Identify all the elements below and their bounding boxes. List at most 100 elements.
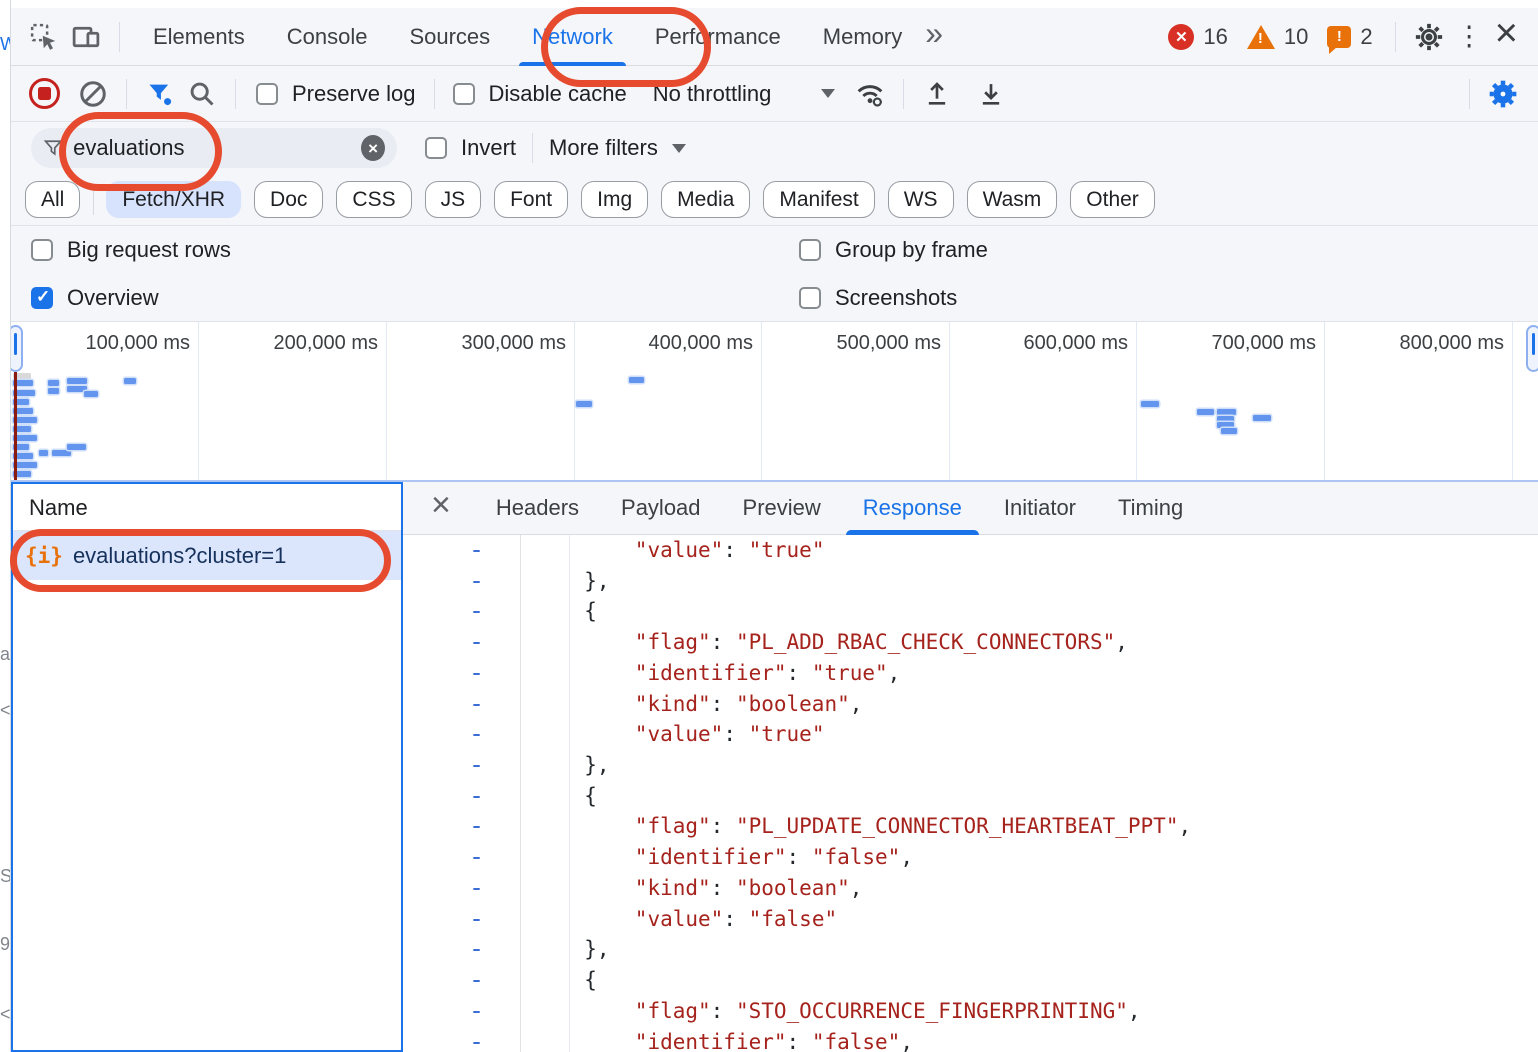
issues-count[interactable]: 2 <box>1360 24 1372 50</box>
request-detail-panel: × HeadersPayloadPreviewResponseInitiator… <box>403 482 1538 1052</box>
response-code[interactable]: "value": "true" }, { "flag": "PL_ADD_RBA… <box>521 535 1538 1052</box>
detail-tab-initiator[interactable]: Initiator <box>983 482 1097 535</box>
close-devtools-icon[interactable]: × <box>1489 18 1524 56</box>
filter-chip-ws[interactable]: WS <box>888 181 954 218</box>
warning-count[interactable]: 10 <box>1284 24 1308 50</box>
fold-marker[interactable]: - <box>403 934 520 965</box>
tab-network[interactable]: Network <box>511 8 634 66</box>
code-line: "identifier": "false", <box>521 1027 1538 1052</box>
settings-gear-icon[interactable] <box>1408 16 1450 58</box>
invert-label: Invert <box>461 135 516 161</box>
fold-marker[interactable]: - <box>403 566 520 597</box>
filter-input-pill: × <box>31 128 397 168</box>
json-braces-icon: {i} <box>25 544 63 568</box>
network-conditions-icon[interactable] <box>849 73 891 115</box>
preserve-log-checkbox[interactable] <box>256 83 278 105</box>
invert-checkbox[interactable] <box>425 137 447 159</box>
group-by-frame-checkbox[interactable] <box>799 239 821 261</box>
error-badge-icon[interactable]: ✕ <box>1168 24 1194 50</box>
import-har-icon[interactable] <box>916 73 958 115</box>
more-tabs-icon[interactable]: » <box>923 15 953 58</box>
timeline-right-handle[interactable] <box>1526 325 1538 372</box>
filter-chip-doc[interactable]: Doc <box>254 181 323 218</box>
request-row-selected[interactable]: {i} evaluations?cluster=1 <box>13 531 401 580</box>
code-line: }, <box>521 750 1538 781</box>
request-timeline-bar <box>67 378 87 384</box>
kebab-menu-icon[interactable]: ⋮ <box>1450 21 1489 52</box>
export-har-icon[interactable] <box>970 73 1012 115</box>
overview-label: Overview <box>67 285 159 311</box>
filter-chip-css[interactable]: CSS <box>336 181 411 218</box>
big-request-rows-checkbox[interactable] <box>31 239 53 261</box>
overview-checkbox[interactable] <box>31 287 53 309</box>
tab-sources[interactable]: Sources <box>388 8 511 66</box>
issues-badge-icon[interactable]: ! <box>1327 26 1351 48</box>
filter-chip-img[interactable]: Img <box>581 181 648 218</box>
network-overview-timeline[interactable]: 100,000 ms200,000 ms300,000 ms400,000 ms… <box>11 322 1538 482</box>
fold-marker[interactable]: - <box>403 904 520 935</box>
tab-console[interactable]: Console <box>266 8 389 66</box>
screenshots-checkbox[interactable] <box>799 287 821 309</box>
more-filters-dropdown[interactable]: More filters <box>549 135 686 161</box>
fold-marker[interactable]: - <box>403 658 520 689</box>
detail-tab-preview[interactable]: Preview <box>722 482 842 535</box>
fold-marker[interactable]: - <box>403 811 520 842</box>
filter-icon[interactable] <box>139 73 181 115</box>
request-timeline-bar <box>1141 401 1159 407</box>
clear-filter-icon[interactable]: × <box>361 135 385 161</box>
filter-chip-manifest[interactable]: Manifest <box>763 181 874 218</box>
close-detail-icon[interactable]: × <box>431 486 451 525</box>
tab-elements[interactable]: Elements <box>132 8 266 66</box>
filter-chip-fetch-xhr[interactable]: Fetch/XHR <box>106 181 241 218</box>
timeline-left-handle[interactable] <box>11 325 23 372</box>
record-network-log-icon[interactable] <box>29 78 60 109</box>
more-filters-label[interactable]: More filters <box>549 135 658 161</box>
fold-marker[interactable]: - <box>403 873 520 904</box>
filter-chip-wasm[interactable]: Wasm <box>967 181 1058 218</box>
search-icon[interactable] <box>181 73 223 115</box>
disable-cache-checkbox[interactable] <box>453 83 475 105</box>
filter-chip-js[interactable]: JS <box>425 181 482 218</box>
inspect-element-icon[interactable] <box>23 16 65 58</box>
filter-input[interactable] <box>73 135 361 161</box>
error-count[interactable]: 16 <box>1203 24 1227 50</box>
timeline-gridline <box>574 322 575 480</box>
filter-chip-all[interactable]: All <box>25 181 80 218</box>
fold-marker[interactable]: - <box>403 627 520 658</box>
clear-network-log-icon[interactable] <box>72 73 114 115</box>
device-toolbar-icon[interactable] <box>65 16 107 58</box>
detail-tab-timing[interactable]: Timing <box>1097 482 1204 535</box>
fold-marker[interactable]: - <box>403 689 520 720</box>
filter-chip-media[interactable]: Media <box>661 181 750 218</box>
fold-marker[interactable]: - <box>403 996 520 1027</box>
fold-marker[interactable]: - <box>403 719 520 750</box>
code-line: "value": "true" <box>521 535 1538 566</box>
fold-marker[interactable]: - <box>403 781 520 812</box>
fold-marker[interactable]: - <box>403 596 520 627</box>
disable-cache-option: Disable cache <box>453 81 627 107</box>
tab-performance[interactable]: Performance <box>634 8 802 66</box>
warning-badge-icon[interactable] <box>1247 25 1275 49</box>
fold-marker[interactable]: - <box>403 535 520 566</box>
timeline-tick-label: 800,000 ms <box>1399 332 1504 355</box>
page-text-fragment: < <box>0 1004 10 1025</box>
request-timeline-bar <box>52 450 71 456</box>
throttling-dropdown[interactable]: No throttling <box>653 81 836 107</box>
code-line: }, <box>521 566 1538 597</box>
name-column-header[interactable]: Name <box>13 484 401 531</box>
throttling-value[interactable]: No throttling <box>653 81 772 107</box>
request-timeline-bar <box>48 388 59 394</box>
fold-marker[interactable]: - <box>403 750 520 781</box>
fold-marker[interactable]: - <box>403 1027 520 1052</box>
fold-marker[interactable]: - <box>403 965 520 996</box>
request-name[interactable]: evaluations?cluster=1 <box>73 543 286 569</box>
tab-memory[interactable]: Memory <box>802 8 923 66</box>
detail-tab-payload[interactable]: Payload <box>600 482 722 535</box>
filter-chip-other[interactable]: Other <box>1070 181 1155 218</box>
network-settings-gear-icon[interactable] <box>1482 73 1524 115</box>
divider <box>903 79 904 109</box>
fold-marker[interactable]: - <box>403 842 520 873</box>
detail-tab-response[interactable]: Response <box>842 482 983 535</box>
filter-chip-font[interactable]: Font <box>494 181 568 218</box>
detail-tab-headers[interactable]: Headers <box>475 482 600 535</box>
